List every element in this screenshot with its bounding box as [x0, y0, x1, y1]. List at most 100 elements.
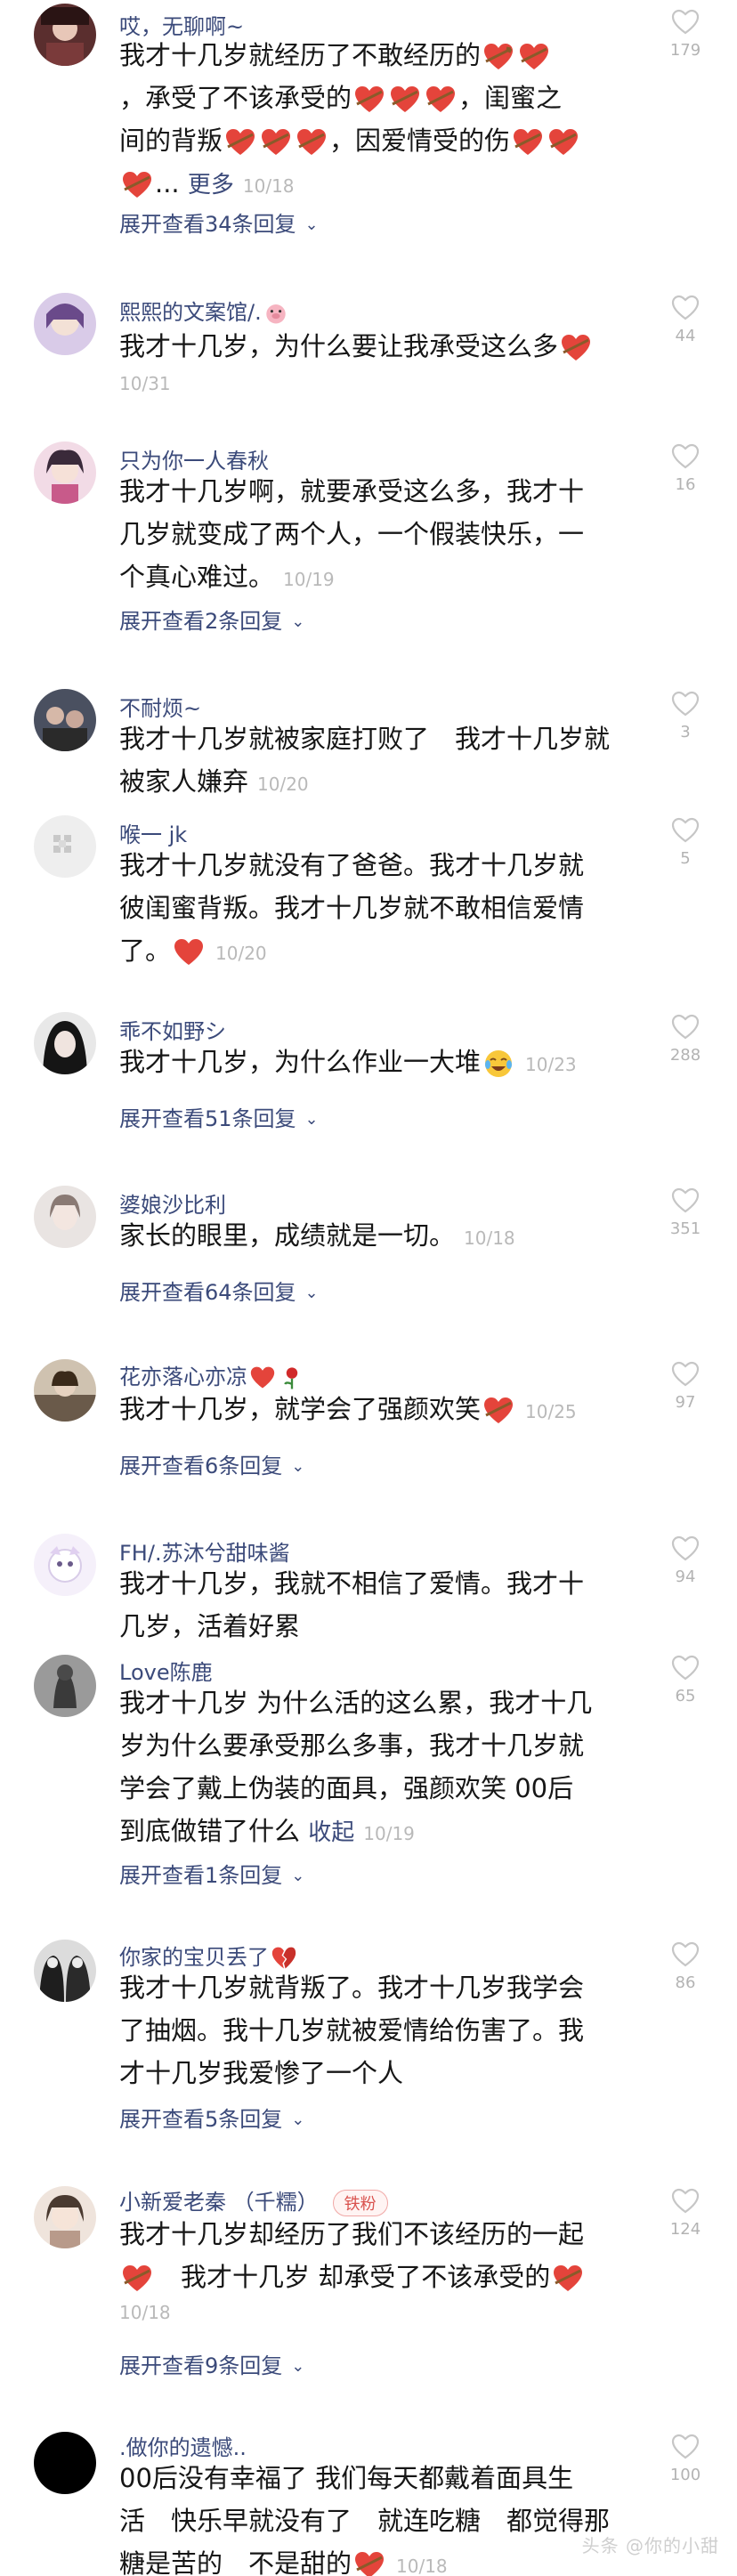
commenter-name[interactable]: 熙熙的文案馆/.	[119, 295, 290, 326]
broken-heart-emoji-icon	[224, 127, 256, 158]
like-count: 100	[669, 2466, 701, 2484]
heart-outline-icon	[671, 1535, 700, 1561]
avatar[interactable]	[34, 689, 96, 751]
like-count: 65	[675, 1687, 696, 1705]
avatar[interactable]	[34, 1012, 96, 1074]
like-button[interactable]: 179	[662, 9, 709, 60]
crying-laughing-emoji-icon	[482, 1049, 514, 1079]
avatar[interactable]	[34, 1186, 96, 1248]
broken-heart-emoji-icon	[518, 42, 550, 72]
chevron-down-icon: ⌄	[291, 1867, 305, 1885]
commenter-name[interactable]: 小新爱老秦 （千糯） 铁粉	[119, 2184, 388, 2216]
comment-text: 我才十几岁就经历了不敢经历的 ，承受了不该承受的 ，闺蜜之 间的背叛 ，因爱情受的伤…	[119, 34, 636, 207]
expand-replies-button[interactable]: 展开查看2条回复 ⌄	[119, 603, 304, 635]
red-heart-emoji-icon	[173, 937, 205, 968]
expand-replies-button[interactable]: 展开查看9条回复 ⌄	[119, 2348, 304, 2379]
comment-date: 10/23	[525, 1054, 577, 1075]
like-count: 351	[669, 1219, 701, 1238]
expand-replies-button[interactable]: 展开查看6条回复 ⌄	[119, 1448, 304, 1479]
like-button[interactable]: 5	[662, 817, 709, 868]
expand-replies-button[interactable]: 展开查看64条回复 ⌄	[119, 1275, 319, 1306]
chevron-down-icon: ⌄	[291, 2357, 305, 2376]
heart-outline-icon	[671, 1361, 700, 1387]
expand-replies-button[interactable]: 展开查看34条回复 ⌄	[119, 207, 319, 238]
avatar[interactable]	[34, 293, 96, 355]
watermark: 头条 @你的小甜	[581, 2535, 719, 2556]
heart-outline-icon	[671, 817, 700, 843]
comment-text: 我才十几岁，我就不相信了爱情。我才十 几岁，活着好累	[119, 1568, 585, 1641]
heart-outline-icon	[671, 443, 700, 469]
expand-replies-button[interactable]: 展开查看1条回复 ⌄	[119, 1858, 304, 1889]
avatar[interactable]	[34, 2432, 96, 2494]
like-button[interactable]: 94	[662, 1535, 709, 1586]
like-count: 3	[680, 723, 691, 741]
heart-outline-icon	[671, 2188, 700, 2214]
broken-heart-emoji-icon	[552, 2264, 584, 2294]
comment-date: 10/18	[396, 2556, 448, 2576]
avatar[interactable]	[34, 1940, 96, 2002]
avatar[interactable]	[34, 2186, 96, 2248]
broken-heart-emoji-icon	[353, 2550, 385, 2576]
broken-heart-emoji-icon	[547, 127, 579, 158]
comment-text: 00后没有幸福了 我们每天都戴着面具生活 快乐早就没有了 就连吃糖 都觉得那 糖是…	[119, 2457, 636, 2576]
heart-outline-icon	[671, 1014, 700, 1040]
broken-heart-emoji-icon	[482, 42, 514, 72]
avatar[interactable]	[34, 4, 96, 66]
pig-emoji-icon	[263, 302, 288, 325]
heart-outline-icon	[671, 9, 700, 35]
avatar[interactable]	[34, 1534, 96, 1596]
broken-heart-emoji-icon	[389, 85, 421, 115]
like-button[interactable]: 100	[662, 2434, 709, 2484]
comment-text: 我才十几岁啊，就要承受这么多，我才十 几岁就变成了两个人，一个假装快乐，一 个真心难…	[119, 476, 585, 592]
heart-outline-icon	[671, 1655, 700, 1681]
commenter-name[interactable]: 花亦落心亦凉	[119, 1359, 306, 1390]
like-button[interactable]: 65	[662, 1655, 709, 1705]
chevron-down-icon: ⌄	[304, 1110, 319, 1129]
broken-heart-emoji-icon	[121, 170, 153, 200]
comment-text: 我才十几岁却经历了我们不该经历的一起 我才十几岁 却承受了不该承受的	[119, 2219, 585, 2294]
like-button[interactable]: 351	[662, 1187, 709, 1238]
chevron-down-icon: ⌄	[291, 612, 305, 631]
expand-replies-button[interactable]: 展开查看5条回复 ⌄	[119, 2102, 304, 2133]
broken-heart-emoji-icon	[121, 2264, 153, 2294]
heart-outline-icon	[671, 295, 700, 320]
broken-heart-emoji-icon	[296, 127, 328, 158]
comment-text: 我才十几岁就背叛了。我才十几岁我学会 了抽烟。我十几岁就被爱情给伤害了。我 才十几岁…	[119, 1973, 585, 2088]
broken-heart-emoji-icon	[482, 1396, 514, 1426]
heart-outline-icon	[671, 1941, 700, 1967]
avatar[interactable]	[34, 815, 96, 878]
avatar[interactable]	[34, 1359, 96, 1422]
heart-outline-icon	[671, 2434, 700, 2459]
avatar[interactable]	[34, 441, 96, 504]
broken-heart-emoji-icon	[353, 85, 385, 115]
comment-date: 10/18	[464, 1227, 515, 1249]
comment-date: 10/18	[119, 2302, 171, 2323]
chevron-down-icon: ⌄	[291, 1457, 305, 1476]
comment-date: 10/19	[283, 569, 335, 590]
comment-text: 我才十几岁 为什么活的这么累，我才十几 岁为什么要承受那么多事，我才十几岁就 学会了…	[119, 1688, 593, 1846]
broken-heart-emoji-icon	[512, 127, 544, 158]
like-count: 44	[675, 327, 696, 345]
comment-date: 10/19	[363, 1823, 415, 1844]
like-button[interactable]: 97	[662, 1361, 709, 1412]
comment-text: 我才十几岁就被家庭打败了 我才十几岁就 被家人嫌弃 10/20	[119, 724, 611, 797]
comment-date: 10/18	[242, 175, 295, 197]
rose-emoji-icon	[279, 1365, 304, 1390]
like-button[interactable]: 16	[662, 443, 709, 494]
like-button[interactable]: 124	[662, 2188, 709, 2239]
broken-heart-emoji-icon	[260, 127, 292, 158]
collapse-link[interactable]: 收起	[308, 1819, 354, 1846]
like-button[interactable]: 86	[662, 1941, 709, 1992]
heart-outline-icon	[671, 691, 700, 717]
broken-heart-emoji-icon	[560, 333, 592, 363]
like-button[interactable]: 44	[662, 295, 709, 345]
chevron-down-icon: ⌄	[304, 1284, 319, 1302]
like-button[interactable]: 3	[662, 691, 709, 741]
like-count: 124	[669, 2220, 701, 2239]
broken-heart-emoji-icon	[425, 85, 457, 115]
like-button[interactable]: 288	[662, 1014, 709, 1065]
comment-text: 家长的眼里，成绩就是一切。 10/18	[119, 1220, 515, 1251]
expand-replies-button[interactable]: 展开查看51条回复 ⌄	[119, 1101, 319, 1132]
more-link[interactable]: 更多	[188, 172, 234, 198]
avatar[interactable]	[34, 1655, 96, 1717]
